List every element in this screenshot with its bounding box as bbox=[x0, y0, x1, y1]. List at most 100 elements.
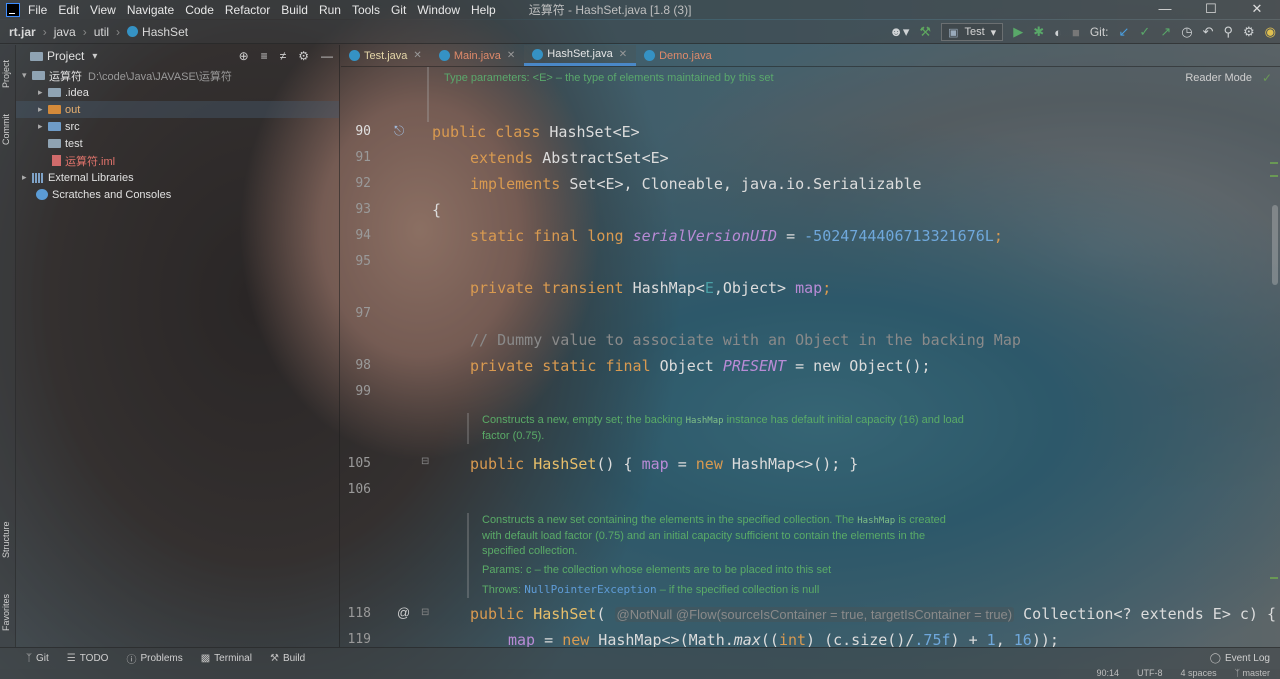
close-tab-icon[interactable]: ✕ bbox=[619, 49, 627, 60]
breadcrumb: rt.jar › java › util › HashSet bbox=[0, 25, 188, 39]
hammer-icon[interactable]: ⚒ bbox=[919, 24, 931, 40]
excluded-folder-icon bbox=[48, 105, 61, 114]
tab-test-java[interactable]: Test.java ✕ bbox=[341, 45, 431, 66]
build-tool-button[interactable]: ⚒ Build bbox=[270, 653, 305, 664]
user-icon[interactable]: ☻▾ bbox=[889, 24, 909, 40]
git-commit-icon[interactable]: ✓ bbox=[1139, 24, 1150, 40]
plugin-icon[interactable]: ◉ bbox=[1265, 24, 1276, 40]
close-tab-icon[interactable]: ✕ bbox=[507, 50, 515, 61]
minimize-icon[interactable]: — bbox=[1142, 0, 1188, 19]
breadcrumb-java[interactable]: java bbox=[54, 25, 76, 39]
line-number: 91 bbox=[355, 150, 371, 165]
commit-tool-tab[interactable]: Commit bbox=[1, 107, 15, 153]
coverage-icon[interactable]: ◐ bbox=[1054, 25, 1062, 40]
event-log-button[interactable]: ◯ Event Log bbox=[1210, 653, 1270, 664]
editor-scrollbar[interactable] bbox=[1272, 205, 1278, 285]
tree-node-test[interactable]: test bbox=[16, 135, 339, 152]
menu-code[interactable]: Code bbox=[185, 3, 214, 17]
maximize-icon[interactable]: ☐ bbox=[1188, 0, 1234, 19]
menu-refactor[interactable]: Refactor bbox=[225, 3, 270, 17]
tree-node-idea[interactable]: ▸ .idea bbox=[16, 84, 339, 101]
git-push-icon[interactable]: ↗ bbox=[1160, 24, 1171, 40]
tree-node-out[interactable]: ▸ out bbox=[16, 101, 339, 118]
code-editor[interactable]: Type parameters: <E> – the type of eleme… bbox=[341, 67, 1280, 647]
close-icon[interactable]: ✕ bbox=[1234, 0, 1280, 19]
run-config-select[interactable]: ▣ Test ▾ bbox=[941, 23, 1004, 41]
chevron-right-icon[interactable]: ▸ bbox=[38, 121, 48, 132]
tool-label: Problems bbox=[140, 653, 183, 664]
tab-label: Main.java bbox=[453, 49, 501, 62]
menu-tools[interactable]: Tools bbox=[352, 3, 380, 17]
tree-node-src[interactable]: ▸ src bbox=[16, 118, 339, 135]
chevron-down-icon[interactable]: ▾ bbox=[92, 51, 97, 62]
project-view-select[interactable]: Project bbox=[47, 49, 84, 63]
breadcrumb-jar[interactable]: rt.jar bbox=[9, 25, 36, 39]
caret-position[interactable]: 90:14 bbox=[1097, 668, 1120, 678]
menu-git[interactable]: Git bbox=[391, 3, 406, 17]
tab-demo-java[interactable]: Demo.java bbox=[636, 45, 721, 66]
tree-node-scratches[interactable]: Scratches and Consoles bbox=[16, 186, 339, 203]
chevron-right-icon[interactable]: ▸ bbox=[38, 87, 48, 98]
breadcrumb-hashset[interactable]: HashSet bbox=[142, 25, 188, 39]
left-tool-stripe: Project Commit Structure Favorites bbox=[0, 45, 16, 647]
hide-icon[interactable]: — bbox=[321, 49, 333, 63]
tab-main-java[interactable]: Main.java ✕ bbox=[431, 45, 524, 66]
file-encoding[interactable]: UTF-8 bbox=[1137, 668, 1163, 678]
menu-run[interactable]: Run bbox=[319, 3, 341, 17]
favorites-tool-tab[interactable]: Favorites bbox=[1, 585, 15, 639]
exception-link[interactable]: NullPointerException bbox=[524, 583, 656, 596]
todo-tool-button[interactable]: ☰ TODO bbox=[67, 653, 109, 664]
collapse-all-icon[interactable]: ≠ bbox=[280, 49, 287, 63]
tree-node-root[interactable]: ▾ 运算符 D:\code\Java\JAVASE\运算符 bbox=[16, 67, 339, 84]
debug-icon[interactable]: ✱ bbox=[1033, 24, 1044, 40]
reader-mode-button[interactable]: Reader Mode bbox=[1185, 72, 1252, 84]
line-number: 99 bbox=[355, 384, 371, 399]
breadcrumb-util[interactable]: util bbox=[94, 25, 109, 39]
gear-icon[interactable]: ⚙ bbox=[298, 49, 309, 63]
menu-build[interactable]: Build bbox=[281, 3, 308, 17]
chevron-right-icon[interactable]: ▸ bbox=[22, 172, 32, 183]
git-history-icon[interactable]: ◷ bbox=[1181, 24, 1192, 40]
code-line-90: public class HashSet<E> bbox=[432, 123, 640, 141]
git-branch[interactable]: ᛉ master bbox=[1235, 668, 1270, 678]
line-number: 92 bbox=[355, 176, 371, 191]
tree-node-external-libraries[interactable]: ▸ External Libraries bbox=[16, 169, 339, 186]
menu-window[interactable]: Window bbox=[417, 3, 460, 17]
terminal-tool-button[interactable]: ▩ Terminal bbox=[201, 653, 252, 664]
gear-icon[interactable]: ⚙ bbox=[1243, 24, 1255, 40]
structure-tool-tab[interactable]: Structure bbox=[1, 513, 15, 567]
indent-setting[interactable]: 4 spaces bbox=[1181, 668, 1217, 678]
close-tab-icon[interactable]: ✕ bbox=[413, 50, 421, 61]
doc-throws: Throws: NullPointerException – if the sp… bbox=[482, 583, 820, 596]
chevron-right-icon[interactable]: ▸ bbox=[38, 104, 48, 115]
annotation-marker-icon[interactable]: @ bbox=[397, 605, 410, 620]
implementation-marker-icon[interactable]: ⎋ bbox=[394, 123, 404, 139]
search-icon[interactable]: ⚲ bbox=[1223, 24, 1233, 40]
window-controls: — ☐ ✕ bbox=[1142, 0, 1280, 19]
run-icon[interactable]: ▶ bbox=[1013, 24, 1023, 40]
menu-help[interactable]: Help bbox=[471, 3, 496, 17]
git-update-icon[interactable]: ↙ bbox=[1119, 24, 1130, 40]
tab-hashset-java[interactable]: HashSet.java ✕ bbox=[524, 45, 637, 66]
tree-node-iml[interactable]: 运算符.iml bbox=[16, 152, 339, 169]
line-number: 97 bbox=[355, 306, 371, 321]
stop-icon[interactable]: ■ bbox=[1072, 25, 1080, 40]
fold-icon[interactable]: ⊟ bbox=[421, 456, 429, 467]
locate-icon[interactable]: ⊕ bbox=[239, 49, 249, 63]
chevron-down-icon[interactable]: ▾ bbox=[22, 70, 32, 81]
project-tool-tab[interactable]: Project bbox=[1, 49, 15, 99]
undo-icon[interactable]: ↶ bbox=[1203, 24, 1214, 40]
app-logo-icon[interactable] bbox=[6, 2, 20, 17]
problems-tool-button[interactable]: ⓘ Problems bbox=[126, 651, 182, 666]
menu-edit[interactable]: Edit bbox=[58, 3, 79, 17]
fold-icon[interactable]: ⊟ bbox=[421, 607, 429, 618]
expand-all-icon[interactable]: ≡ bbox=[261, 49, 268, 63]
hammer-icon: ⚒ bbox=[269, 653, 279, 664]
menu-file[interactable]: File bbox=[28, 3, 47, 17]
status-widgets: 90:14 UTF-8 4 spaces ᛉ master bbox=[1097, 668, 1270, 678]
menu-navigate[interactable]: Navigate bbox=[127, 3, 174, 17]
line-number: 105 bbox=[347, 456, 371, 471]
git-tool-button[interactable]: ᛉ Git bbox=[26, 653, 49, 664]
menu-view[interactable]: View bbox=[90, 3, 116, 17]
scroll-marker bbox=[1270, 162, 1278, 164]
